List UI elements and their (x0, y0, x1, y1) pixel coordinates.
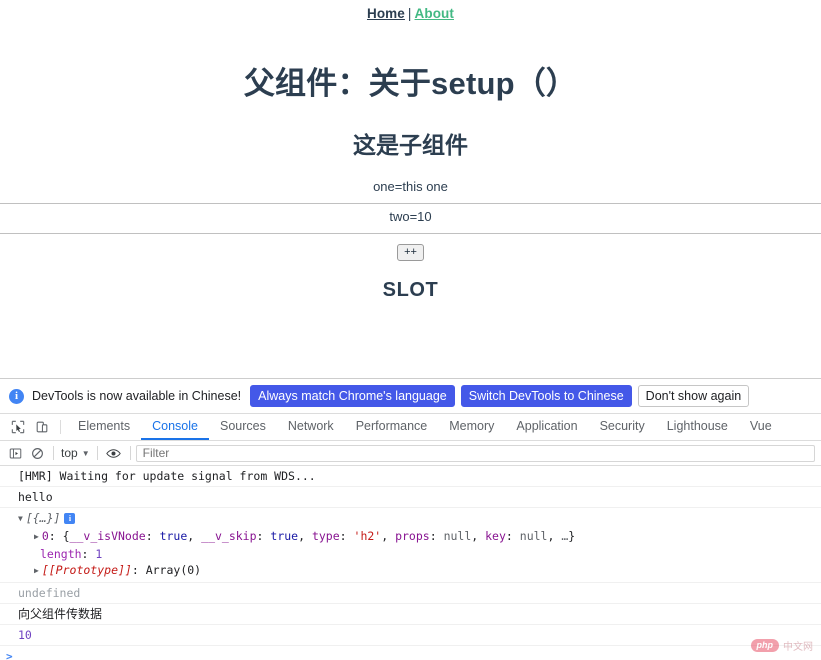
site-nav: Home | About (0, 0, 821, 21)
log-row[interactable]: undefined (0, 583, 821, 604)
tab-performance[interactable]: Performance (345, 414, 439, 440)
prop-one-text: one=this one (373, 179, 448, 194)
chevron-down-icon: ▼ (81, 448, 90, 458)
devtools-panel: i DevTools is now available in Chinese! … (0, 378, 821, 660)
log-row[interactable]: 向父组件传数据 (0, 604, 821, 625)
device-toolbar-icon[interactable] (30, 414, 54, 440)
nav-link-home[interactable]: Home (367, 6, 405, 21)
prop-value-4: null (443, 529, 472, 543)
live-expression-eye-icon[interactable] (103, 443, 125, 463)
log-row[interactable]: 10 (0, 625, 821, 646)
log-message-hello: hello (18, 490, 53, 504)
log-message-chinese: 向父组件传数据 (18, 607, 103, 621)
log-message-hmr: [HMR] Waiting for update signal from WDS… (18, 469, 316, 483)
tab-lighthouse[interactable]: Lighthouse (656, 414, 739, 440)
tab-memory[interactable]: Memory (438, 414, 505, 440)
length-key: length (40, 547, 82, 561)
switch-devtools-chinese-button[interactable]: Switch DevTools to Chinese (460, 385, 632, 407)
console-context-select[interactable]: top ▼ (59, 446, 92, 460)
array-index-key: 0 (41, 529, 49, 543)
console-toolbar: top ▼ Filter (0, 441, 821, 466)
prop-value-5: null (519, 529, 548, 543)
nav-separator: | (407, 6, 412, 21)
tab-sources[interactable]: Sources (209, 414, 277, 440)
increment-button[interactable]: ++ (397, 244, 424, 261)
child-component-heading: 这是子组件 (353, 132, 468, 158)
prop-key-5: key (485, 529, 506, 543)
prop-key-2: __v_skip (201, 529, 257, 543)
log-row[interactable]: ▼ [{…}] i (0, 508, 821, 528)
prop-value-3: 'h2' (353, 529, 382, 543)
console-filter-input[interactable]: Filter (135, 444, 815, 462)
log-object-entry[interactable]: ▶ 0: {__v_isVNode: true, __v_skip: true, … (0, 528, 821, 546)
tab-vue[interactable]: Vue (739, 414, 783, 440)
log-object-entry: length: 1 (40, 547, 103, 561)
prop-key-4: props (395, 529, 430, 543)
divider-two (0, 233, 821, 234)
prop-value-2: true (270, 529, 299, 543)
watermark-logo: php (750, 639, 779, 652)
inspect-element-icon[interactable] (6, 414, 30, 440)
watermark-site-name: 中文网 (783, 642, 813, 653)
prompt-caret-icon: > (6, 650, 13, 660)
tab-elements[interactable]: Elements (67, 414, 141, 440)
divider-one (0, 203, 821, 204)
console-toolbar-divider-1 (53, 446, 54, 460)
log-number-result: 10 (18, 628, 32, 642)
expand-triangle-open-icon[interactable]: ▼ (18, 512, 23, 526)
console-filter-placeholder: Filter (142, 446, 170, 460)
parent-component-heading: 父组件：关于setup（） (243, 66, 578, 101)
slot-heading: SLOT (382, 279, 439, 301)
prop-two-text: two=10 (389, 209, 432, 224)
always-match-language-button[interactable]: Always match Chrome's language (250, 385, 455, 407)
tab-network[interactable]: Network (277, 414, 345, 440)
log-undefined-result: undefined (18, 586, 81, 600)
info-icon: i (9, 388, 24, 404)
log-row[interactable]: hello (0, 487, 821, 508)
prop-key-3: type (311, 529, 340, 543)
tabbar-divider (60, 420, 61, 434)
info-badge-icon[interactable]: i (64, 513, 76, 524)
prototype-key: [[Prototype]] (41, 563, 132, 577)
watermark: php 中文网 (750, 638, 813, 653)
tab-console[interactable]: Console (141, 414, 209, 440)
tab-security[interactable]: Security (589, 414, 656, 440)
expand-triangle-closed-icon[interactable]: ▶ (34, 564, 39, 578)
devtools-locale-notice: i DevTools is now available in Chinese! … (0, 379, 821, 414)
console-toolbar-divider-2 (96, 446, 98, 460)
nav-link-about[interactable]: About (415, 6, 454, 21)
console-context-label: top (61, 446, 78, 460)
clear-console-icon[interactable] (26, 443, 48, 463)
devtools-tabbar: Elements Console Sources Network Perform… (0, 414, 821, 441)
increment-button-wrap: ++ (0, 242, 821, 261)
log-row[interactable]: [HMR] Waiting for update signal from WDS… (0, 466, 821, 487)
expand-triangle-closed-icon[interactable]: ▶ (34, 530, 39, 544)
browser-page-viewport: Home | About 父组件：关于setup（） 这是子组件 one=this … (0, 0, 821, 378)
console-toolbar-divider-3 (129, 446, 131, 460)
console-sidebar-icon[interactable] (4, 443, 26, 463)
console-log-list: [HMR] Waiting for update signal from WDS… (0, 466, 821, 660)
prop-key-1: __v_isVNode (69, 529, 146, 543)
prop-value-1: true (159, 529, 188, 543)
tab-application[interactable]: Application (505, 414, 588, 440)
log-array-preview: [{…}] (25, 511, 61, 525)
log-object-entry[interactable]: ▶ [[Prototype]]: Array(0) (0, 562, 821, 583)
dont-show-again-button[interactable]: Don't show again (637, 385, 750, 407)
notice-message: DevTools is now available in Chinese! (32, 389, 242, 403)
length-value: 1 (95, 547, 103, 561)
console-prompt[interactable]: > (0, 646, 821, 660)
prototype-value: Array(0) (145, 563, 202, 577)
screen-root: Home | About 父组件：关于setup（） 这是子组件 one=this … (0, 0, 821, 660)
